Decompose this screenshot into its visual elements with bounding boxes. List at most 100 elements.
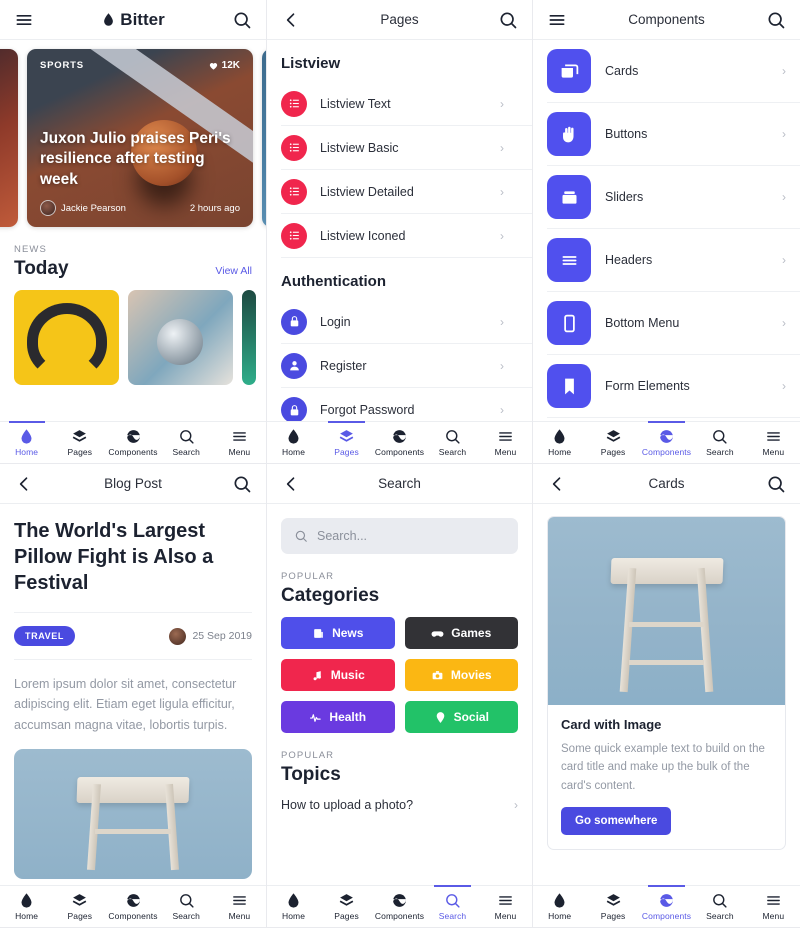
hand-icon [547,112,591,156]
home-header: Bitter [0,0,266,40]
nav-item-home[interactable]: Home [267,422,320,463]
status-badge[interactable]: TRAVEL [14,626,75,646]
nav-label: Menu [762,447,785,457]
chevron-right-icon: › [782,127,786,141]
components-bottom-nav[interactable]: Home Pages Components Search Menu [533,421,800,463]
nav-item-components[interactable]: Components [640,885,693,927]
components-body: Cards › Buttons › Sliders › Headers › Bo… [533,40,800,463]
nav-item-pages[interactable]: Pages [53,422,106,463]
list-item[interactable]: How to upload a photo? › [267,786,532,824]
category-social-button[interactable]: Social [404,701,518,733]
nav-item-menu[interactable]: Menu [213,886,266,927]
category-grid: News Games Music Movies Health Social [267,617,532,733]
nav-item-pages[interactable]: Pages [586,886,639,927]
nav-item-components[interactable]: Components [640,421,693,463]
nav-item-search[interactable]: Search [426,885,479,927]
chevron-left-icon[interactable] [14,474,34,494]
chevron-left-icon[interactable] [281,10,301,30]
thumbnail-headphones-yellow[interactable] [14,290,119,385]
nav-item-home[interactable]: Home [533,422,586,463]
nav-item-menu[interactable]: Menu [747,422,800,463]
nav-item-pages[interactable]: Pages [53,886,106,927]
page-title: Blog Post [104,476,162,491]
nav-item-search[interactable]: Search [426,422,479,463]
home-bottom-nav[interactable]: Home Pages Components Search Menu [0,421,266,463]
list-item-label: Listview Text [320,96,391,111]
nav-item-components[interactable]: Components [373,422,426,463]
list-item[interactable]: Headers › [547,229,800,292]
list-item[interactable]: Register › [281,344,532,388]
gamepad-icon [431,630,444,637]
nav-item-search[interactable]: Search [693,422,746,463]
list-item-label: Listview Iconed [320,228,406,243]
search-input[interactable]: Search... [281,518,518,554]
layers-icon [338,428,355,445]
nav-item-menu[interactable]: Menu [213,422,266,463]
list-item[interactable]: Listview Basic › [281,126,532,170]
nav-item-search[interactable]: Search [160,422,213,463]
cards-header: Cards [533,464,800,504]
nav-label: Search [172,911,200,921]
category-movies-button[interactable]: Movies [404,659,518,691]
list-icon [281,90,307,117]
hamburger-icon[interactable] [547,10,567,30]
category-health-button[interactable]: Health [281,701,395,733]
card[interactable]: Card with Image Some quick example text … [547,516,786,851]
go-somewhere-button[interactable]: Go somewhere [561,807,672,836]
search-icon[interactable] [232,474,252,494]
search-icon[interactable] [498,10,518,30]
thumbnail-next-peek[interactable] [242,290,256,385]
nav-label: Components [641,911,692,921]
search-icon[interactable] [766,474,786,494]
list-item[interactable]: Buttons › [547,103,800,166]
newspaper-icon [314,628,323,638]
list-item[interactable]: Listview Iconed › [281,214,532,258]
avatar [169,627,187,645]
hero-slide-next[interactable] [262,49,266,227]
nav-item-components[interactable]: Components [106,422,159,463]
hero-slide-active[interactable]: SPORTS 12K Juxon Julio praises Peri's re… [27,49,253,227]
list-item[interactable]: Login › [281,300,532,344]
category-news-button[interactable]: News [281,617,395,649]
nav-item-pages[interactable]: Pages [320,886,373,927]
nav-item-home[interactable]: Home [0,886,53,927]
thumbnail-headphones-photo[interactable] [128,290,233,385]
nav-label: Home [15,911,39,921]
nav-label: Home [548,447,572,457]
nav-item-search[interactable]: Search [693,886,746,927]
drop-icon [551,892,568,909]
hero-slide-prev[interactable] [0,49,18,227]
nav-item-pages[interactable]: Pages [320,421,373,463]
list-item[interactable]: Form Elements › [547,355,800,418]
nav-item-menu[interactable]: Menu [479,422,532,463]
nav-item-search[interactable]: Search [160,886,213,927]
search-bottom-nav[interactable]: Home Pages Components Search Menu [267,885,532,927]
list-item[interactable]: Sliders › [547,166,800,229]
pages-bottom-nav[interactable]: Home Pages Components Search Menu [267,421,532,463]
view-all-link[interactable]: View All [215,265,252,280]
nav-item-components[interactable]: Components [106,886,159,927]
list-item[interactable]: Listview Text › [281,82,532,126]
hamburger-icon[interactable] [14,10,34,30]
home-body: SPORTS 12K Juxon Julio praises Peri's re… [0,40,266,463]
list-item[interactable]: Bottom Menu › [547,292,800,355]
nav-item-home[interactable]: Home [0,421,53,463]
blogpost-bottom-nav[interactable]: Home Pages Components Search Menu [0,885,266,927]
nav-item-menu[interactable]: Menu [479,886,532,927]
list-item-label: Listview Detailed [320,184,414,199]
list-item[interactable]: Listview Detailed › [281,170,532,214]
nav-item-components[interactable]: Components [373,886,426,927]
search-icon[interactable] [232,10,252,30]
list-item[interactable]: Cards › [547,40,800,103]
nav-item-menu[interactable]: Menu [747,886,800,927]
chevron-left-icon[interactable] [281,474,301,494]
search-icon[interactable] [766,10,786,30]
chevron-left-icon[interactable] [547,474,567,494]
category-games-button[interactable]: Games [404,617,518,649]
hero-carousel[interactable]: SPORTS 12K Juxon Julio praises Peri's re… [0,40,266,227]
cards-bottom-nav[interactable]: Home Pages Components Search Menu [533,885,800,927]
nav-item-home[interactable]: Home [533,886,586,927]
nav-item-pages[interactable]: Pages [586,422,639,463]
category-music-button[interactable]: Music [281,659,395,691]
nav-item-home[interactable]: Home [267,886,320,927]
